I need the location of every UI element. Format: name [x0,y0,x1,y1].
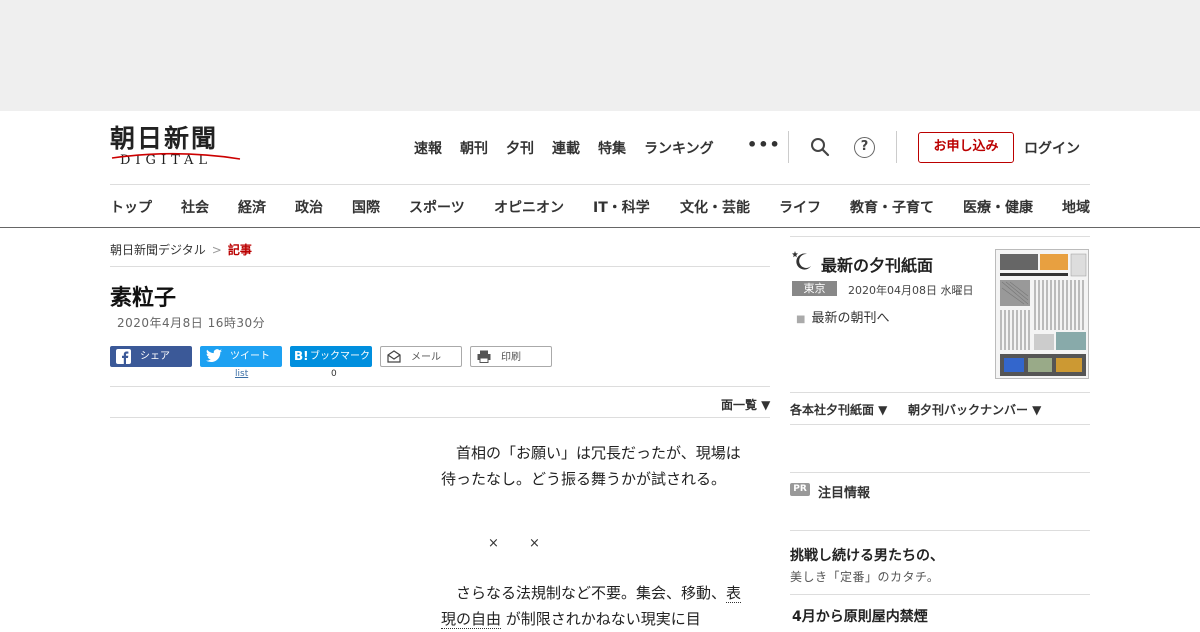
facebook-share-button[interactable]: シェア [110,346,192,367]
twitter-count-link[interactable]: list [235,369,248,379]
print-button[interactable]: 印刷 [470,346,552,367]
logo-swoosh [111,152,241,160]
edition-date: 2020年04月08日 水曜日 [848,284,974,297]
facebook-share-label: シェア [140,351,170,362]
divider [790,594,1090,595]
regional-editions-dropdown[interactable]: 各本社夕刊紙面 ▼ [790,401,887,418]
mail-share-label: メール [411,352,441,363]
cat-it-science[interactable]: IT・科学 [593,197,650,217]
article-paragraph: さらなる法規制など不要。集会、移動、表現の自由 が制限されかねない現実に目 [441,580,751,632]
cat-region[interactable]: 地域 [1062,197,1090,217]
login-link[interactable]: ログイン [1024,138,1080,158]
divider [790,472,1090,473]
pr-item-title[interactable]: 4月から原則屋内禁煙 [792,606,928,626]
header-divider [788,131,789,163]
article-title: 素粒子 [110,286,177,311]
newspaper-thumbnail[interactable] [995,249,1089,379]
nav-breaking[interactable]: 速報 [414,138,442,158]
category-nav: トップ 社会 経済 政治 国際 スポーツ オピニオン IT・科学 文化・芸能 ラ… [110,197,1090,217]
divider [110,417,770,418]
cat-international[interactable]: 国際 [352,197,380,217]
moon-icon [792,251,811,270]
divider [790,530,1090,531]
page-list-dropdown[interactable]: 面一覧 ▼ [721,396,770,413]
cat-politics[interactable]: 政治 [295,197,323,217]
nav-morning[interactable]: 朝刊 [460,138,488,158]
mail-share-button[interactable]: メール [380,346,462,367]
sidebar-top-line [790,236,1090,237]
pr-item-subtitle[interactable]: 美しき「定番」のカタチ。 [790,568,939,585]
sidebar-title: 最新の夕刊紙面 [821,256,934,275]
top-nav: 速報 朝刊 夕刊 連載 特集 ランキング [414,138,732,158]
twitter-share-label: ツイート [230,351,270,362]
article-date: 2020年4月8日 16時30分 [117,316,266,330]
cat-life[interactable]: ライフ [779,197,821,217]
cat-sports[interactable]: スポーツ [409,197,465,217]
article-body-continued: さらなる法規制など不要。集会、移動、表現の自由 が制限されかねない現実に目 [441,580,751,632]
article-paragraph: 首相の「お願い」は冗長だったが、現場は待ったなし。どう振る舞うかが試される。 [441,444,741,488]
nav-features[interactable]: 特集 [598,138,626,158]
divider [110,266,770,267]
nav-evening[interactable]: 夕刊 [506,138,534,158]
breadcrumb-home[interactable]: 朝日新聞デジタル [110,243,206,257]
paragraph-text: が制限されかねない現実に目 [505,610,701,628]
search-icon[interactable] [810,137,830,157]
category-nav-top-line [110,184,1090,185]
twitter-icon [206,349,222,363]
print-label: 印刷 [501,352,521,363]
pr-badge: PR [790,483,810,496]
separator-mark: × [488,536,499,551]
printer-icon [477,350,491,363]
help-icon[interactable]: ? [854,137,875,158]
divider [790,392,1090,393]
header-divider [896,131,897,163]
cat-society[interactable]: 社会 [181,197,209,217]
nav-ranking[interactable]: ランキング [644,138,714,158]
cat-education[interactable]: 教育・子育て [850,197,934,217]
newspaper-page-image [996,250,1088,378]
cat-top[interactable]: トップ [110,197,152,217]
bullet-icon: ■ [796,314,806,325]
breadcrumb-separator: > [211,243,222,257]
site-header: 朝日新聞 DIGITAL 速報 朝刊 夕刊 連載 特集 ランキング ••• ? … [0,111,1200,184]
divider [790,424,1090,425]
breadcrumb-current: 記事 [227,243,252,257]
nav-series[interactable]: 連載 [552,138,580,158]
location-badge: 東京 [792,281,837,296]
cat-culture[interactable]: 文化・芸能 [680,197,750,217]
morning-edition-link[interactable]: ■ 最新の朝刊へ [796,307,889,326]
facebook-icon [116,349,131,364]
hatena-count: 0 [331,369,337,379]
separator-mark: × [529,536,540,551]
hatena-bookmark-label: ブックマーク [310,351,370,362]
ad-area [0,0,1200,111]
breadcrumb: 朝日新聞デジタル > 記事 [110,241,252,258]
site-logo[interactable]: 朝日新聞 DIGITAL [110,125,242,168]
article-body: 首相の「お願い」は冗長だったが、現場は待ったなし。どう振る舞うかが試される。 [441,440,751,492]
logo-main-text: 朝日新聞 [110,124,219,153]
morning-edition-label: 最新の朝刊へ [811,311,890,326]
apply-button[interactable]: お申し込み [918,132,1014,163]
category-nav-bottom-line [0,227,1200,228]
back-numbers-dropdown[interactable]: 朝夕刊バックナンバー ▼ [908,401,1041,418]
cat-opinion[interactable]: オピニオン [494,197,564,217]
more-icon[interactable]: ••• [747,135,781,154]
twitter-share-button[interactable]: ツイート [200,346,282,367]
mail-icon [387,350,401,363]
paragraph-text: さらなる法規制など不要。集会、移動、 [456,584,727,602]
divider [110,386,770,387]
pr-item-title[interactable]: 挑戦し続ける男たちの、 [790,545,944,565]
cat-economy[interactable]: 経済 [238,197,266,217]
hatena-icon: B! [294,349,309,363]
cat-health[interactable]: 医療・健康 [963,197,1033,217]
pr-section-heading: 注目情報 [818,486,871,501]
hatena-bookmark-button[interactable]: B! ブックマーク [290,346,372,367]
